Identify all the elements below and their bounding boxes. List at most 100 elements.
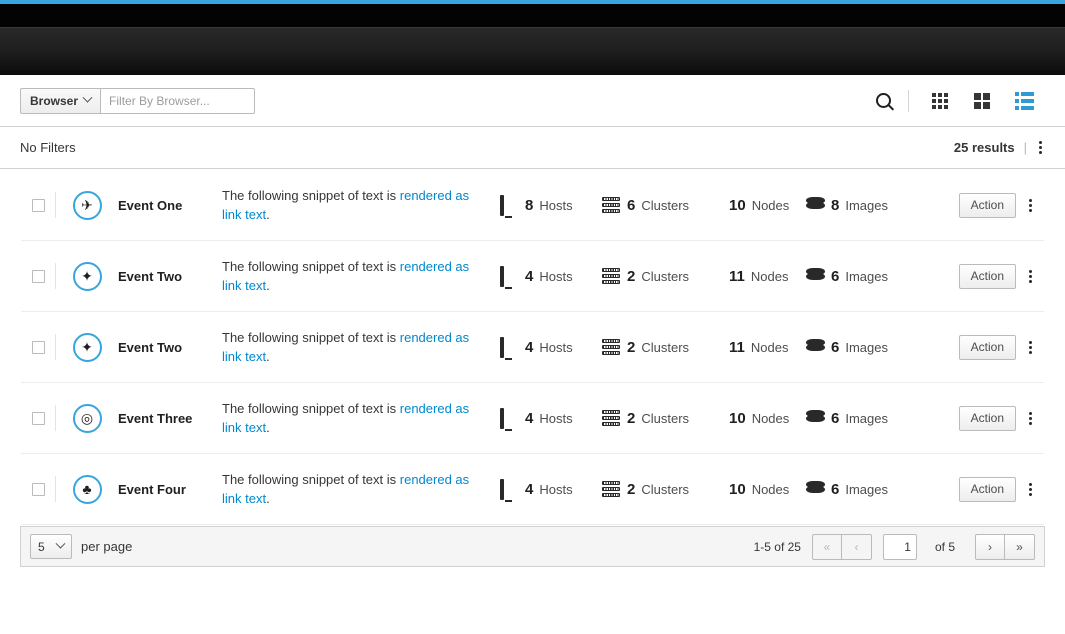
row-description: The following snippet of text is rendere… [222,399,500,437]
magic-wand-icon: ✦ [72,261,102,291]
metric-clusters-label: Clusters [641,197,690,213]
metric-images-value: 6 [831,409,840,427]
last-page-button[interactable]: » [1005,533,1035,560]
row-kebab-menu-icon[interactable] [1026,195,1035,216]
row-actions: Action [951,405,1035,431]
metric-clusters-label: Clusters [641,339,690,355]
metric-images-value: 8 [831,196,840,214]
row-title: Event Two [118,268,183,284]
pager-next-group: › » [975,533,1035,560]
airplane-icon: ✈ [72,190,102,220]
next-page-button[interactable]: › [975,533,1005,560]
secondary-navbar [0,27,1065,75]
view-toggle-list[interactable] [1003,84,1045,118]
row-checkbox[interactable] [31,269,45,283]
metric-clusters-value: 2 [627,267,636,285]
row-title: Event One [118,197,183,213]
row-kebab-menu-icon[interactable] [1026,479,1035,500]
metric-clusters-label: Clusters [641,410,690,426]
description-text: The following snippet of text is [222,400,400,416]
metric-hosts: 4 Hosts [500,265,602,287]
metric-nodes-value: 10 [729,409,746,427]
list-item[interactable]: ✦ Event Two The following snippet of tex… [21,241,1044,312]
monitor-icon [500,194,504,216]
list-item[interactable]: ✈ Event One The following snippet of tex… [21,170,1044,241]
list-item[interactable]: ✦ Event Two The following snippet of tex… [21,312,1044,383]
metric-nodes-label: Nodes [751,410,790,426]
row-select-cell [21,269,55,283]
action-button[interactable]: Action [958,476,1016,502]
metric-nodes: 10 Nodes [704,197,806,214]
row-description: The following snippet of text is rendere… [222,257,500,295]
metric-hosts-label: Hosts [539,268,573,284]
metric-hosts-value: 4 [525,480,534,498]
action-button[interactable]: Action [958,192,1016,218]
first-page-button[interactable]: « [811,533,842,560]
list-item[interactable]: ◎ Event Three The following snippet of t… [21,383,1044,454]
monitor-icon [500,407,504,429]
row-icon-cell: ♣ [56,474,118,504]
row-description: The following snippet of text is rendere… [222,470,500,508]
metric-clusters: 2 Clusters [602,409,704,427]
metric-nodes-label: Nodes [750,339,789,355]
metric-hosts-label: Hosts [539,339,573,355]
row-checkbox[interactable] [31,340,45,354]
metric-images-label: Images [845,481,888,497]
metric-images: 6 Images [806,480,908,498]
server-rack-icon [602,338,621,355]
metric-nodes-value: 11 [729,338,745,356]
action-button[interactable]: Action [958,263,1016,289]
description-suffix: . [266,491,270,506]
filter-input[interactable] [100,87,256,114]
description-suffix: . [266,207,270,222]
filter-category-label: Browser [30,93,79,108]
filter-category-dropdown[interactable]: Browser [20,87,101,114]
metric-images-label: Images [845,410,888,426]
per-page-label: per page [81,539,133,554]
row-select-cell [21,340,55,354]
metric-clusters-value: 2 [627,480,636,498]
row-icon-cell: ✈ [56,190,118,220]
row-actions: Action [951,192,1035,218]
gamepad-icon: ◎ [72,403,102,433]
view-toggle-card-large[interactable] [961,84,1003,118]
monitor-icon [500,478,504,500]
page-number-input[interactable] [882,533,917,560]
row-checkbox[interactable] [31,411,45,425]
metric-hosts-label: Hosts [539,197,573,213]
metric-hosts-label: Hosts [539,481,573,497]
monitor-icon [500,265,504,287]
description-text: The following snippet of text is [222,258,400,274]
row-actions: Action [951,334,1035,360]
server-rack-icon [602,267,621,284]
kebab-menu-icon[interactable] [1036,137,1045,158]
list-item[interactable]: ♣ Event Four The following snippet of te… [21,454,1044,525]
description-text: The following snippet of text is [222,471,400,487]
chevron-down-icon [55,538,66,549]
primary-navbar [0,4,1065,27]
row-kebab-menu-icon[interactable] [1026,337,1035,358]
search-button[interactable] [862,84,904,118]
row-metrics: 4 Hosts 2 Clusters 11 Nodes 6 Images [500,336,951,358]
per-page-select[interactable]: 5 [30,534,72,559]
metric-images-label: Images [845,197,888,213]
metric-clusters-value: 2 [627,409,636,427]
row-kebab-menu-icon[interactable] [1026,266,1035,287]
metric-images-label: Images [845,268,888,284]
row-checkbox[interactable] [31,482,45,496]
row-metrics: 4 Hosts 2 Clusters 10 Nodes 6 Images [500,407,951,429]
filter-summary-bar: No Filters 25 results | [0,127,1065,169]
total-pages-label: of 5 [934,539,955,554]
action-button[interactable]: Action [958,405,1016,431]
action-button[interactable]: Action [958,334,1016,360]
view-toggle-card-small[interactable] [919,84,961,118]
row-title: Event Three [118,410,193,426]
row-kebab-menu-icon[interactable] [1026,408,1035,429]
pagination-footer: 5 per page 1-5 of 25 « ‹ of 5 › » [20,526,1045,567]
results-separator: | [1023,140,1027,155]
prev-page-button[interactable]: ‹ [841,533,872,560]
metric-images: 6 Images [806,338,908,356]
pager: 1-5 of 25 « ‹ of 5 › » [754,533,1035,560]
row-checkbox[interactable] [31,198,45,212]
chevron-down-icon [82,92,93,103]
